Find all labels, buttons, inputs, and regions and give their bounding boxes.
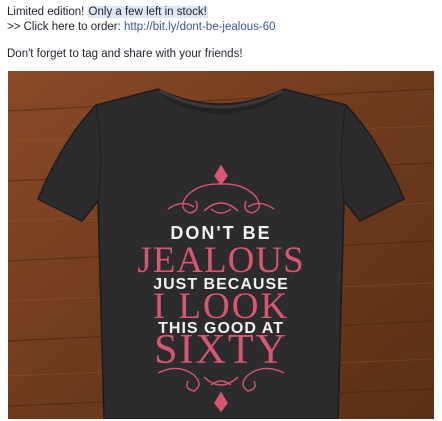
order-prompt-text: >> Click here to order:: [7, 21, 124, 33]
product-photo[interactable]: DON'T BE JEALOUS JUST BECAUSE I LOOK THI…: [8, 71, 434, 419]
order-link[interactable]: http://bit.ly/dont-be-jealous-60: [124, 21, 276, 33]
post-text: Limited edition! Only a few left in stoc…: [7, 5, 276, 62]
tshirt-image: DON'T BE JEALOUS JUST BECAUSE I LOOK THI…: [8, 71, 434, 419]
limited-edition-text: Limited edition!: [7, 6, 88, 18]
stock-highlight: Only a few left in stock!: [87, 6, 208, 18]
shirt-line-2: JEALOUS: [137, 240, 304, 281]
post-line-2: >> Click here to order: http://bit.ly/do…: [7, 20, 276, 35]
post-line-3: Don't forget to tag and share with your …: [7, 47, 276, 62]
facebook-post: Limited edition! Only a few left in stoc…: [0, 0, 442, 421]
shirt-line-6: SIXTY: [154, 327, 288, 373]
share-prompt-text: Don't forget to tag and share with your …: [7, 48, 243, 60]
post-line-1: Limited edition! Only a few left in stoc…: [7, 5, 276, 20]
